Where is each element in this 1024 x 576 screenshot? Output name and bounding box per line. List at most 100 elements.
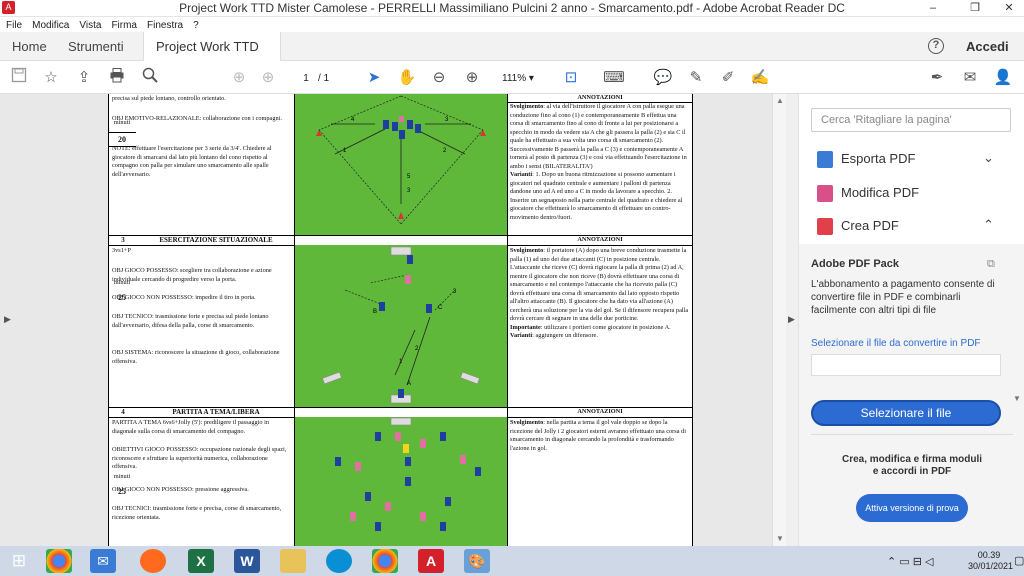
email-icon[interactable]: ✉ [959, 67, 981, 89]
menu-vista[interactable]: Vista [79, 20, 101, 31]
file-explorer-icon[interactable] [280, 549, 306, 573]
menu-bar: File Modifica Vista Firma Finestra? [0, 17, 1024, 32]
row1-svolg-label: Svolgimento [510, 103, 544, 110]
link-sign-icon[interactable]: ✒ [926, 67, 948, 89]
tab-bar: Home Strumenti Project Work TTD ... × ? … [0, 32, 1024, 83]
fill-sign-icon[interactable]: ✍ [749, 67, 771, 89]
minimize-button[interactable]: – [918, 0, 948, 17]
page-up-icon[interactable]: ⊕ [228, 67, 250, 89]
zoom-level-select[interactable]: 111% ▾ [502, 70, 534, 87]
row2-importante-label: Importante [510, 323, 541, 331]
keyboard-scroll-icon[interactable]: ⌨ [603, 67, 625, 89]
edge-icon[interactable] [326, 549, 352, 573]
panel-toggle-icon[interactable]: ▶ [788, 314, 795, 325]
tab-document[interactable]: Project Work TTD ... × [143, 32, 281, 83]
language-indicator-icon[interactable]: ⌃ ▭ ⊟ ◁ [887, 555, 933, 568]
row2-obj1: OBJ GIOCO POSSESSO: scegliere tra collab… [112, 267, 272, 283]
row2-varianti-label: Varianti [510, 332, 533, 339]
close-window-button[interactable]: ✕ [994, 0, 1024, 17]
chevron-down-icon[interactable]: ⌄ [983, 150, 994, 166]
select-file-link[interactable]: Selezionare il file da convertire in PDF [811, 338, 981, 349]
panel-scroll-icon[interactable]: ▼ [1013, 394, 1021, 403]
zoom-out-icon[interactable]: ⊖ [428, 67, 450, 89]
row3-obj4: OBJ TECNICI: trasmissione forte e precis… [112, 505, 282, 521]
row2-annotations: Svolgimento: il portatore (A) dopo una b… [508, 246, 692, 407]
paint-icon[interactable]: 🎨 [464, 549, 490, 573]
row2-obj2: OBJ GIOCO NON POSSESSO: impedire il tiro… [112, 294, 256, 301]
menu-help[interactable]: ? [193, 20, 199, 31]
vertical-scrollbar[interactable]: ▲ ▼ [772, 94, 786, 546]
select-file-button[interactable]: Selezionare il file [811, 400, 1001, 426]
fit-page-icon[interactable]: ⊡ [560, 67, 582, 89]
menu-finestra[interactable]: Finestra [147, 20, 183, 31]
excel-icon[interactable]: X [188, 549, 214, 573]
row2-obj4: OBJ SISTEMA: riconoscere la situazione d… [112, 349, 280, 365]
document-viewport[interactable]: ▶ minuti 20 precisa sul piede lontano, c… [0, 94, 772, 546]
create-pdf-item[interactable]: Crea PDF [817, 215, 899, 237]
tab-tools[interactable]: Strumenti [56, 32, 136, 61]
save-icon[interactable] [8, 67, 30, 89]
export-pdf-item[interactable]: Esporta PDF [817, 148, 915, 170]
svg-text:C: C [438, 305, 443, 311]
row2-subtitle: 3vs1+P [112, 247, 131, 254]
pdf-page: minuti 20 precisa sul piede lontano, con… [108, 94, 693, 546]
maximize-button[interactable]: ❐ [960, 0, 990, 17]
share-upload-icon[interactable]: ⇪ [73, 67, 95, 89]
edit-pdf-label: Modifica PDF [841, 185, 920, 200]
file-drop-field[interactable] [811, 354, 1001, 376]
svg-text:1: 1 [343, 148, 347, 154]
sign-in-button[interactable]: Accedi [966, 32, 1009, 61]
scroll-down-icon[interactable]: ▼ [776, 534, 784, 543]
pen-highlight-icon[interactable]: ✎ [685, 67, 707, 89]
menu-firma[interactable]: Firma [111, 20, 137, 31]
zoom-search-icon[interactable] [139, 67, 161, 89]
scroll-up-icon[interactable]: ▲ [776, 96, 784, 105]
edit-pdf-item[interactable]: Modifica PDF [817, 182, 919, 204]
acrobat-reader-icon[interactable]: A [418, 549, 444, 573]
panel-collapse-strip[interactable]: ▶ [786, 94, 798, 546]
tab-home[interactable]: Home [0, 32, 59, 61]
row3-obj1: PARTITA A TEMA 6vs6+Jolly (5'): predilig… [112, 419, 270, 435]
zoom-in-icon[interactable]: ⊕ [461, 67, 483, 89]
export-pdf-icon [817, 151, 833, 169]
edit-pdf-icon [817, 185, 833, 203]
row3-title: PARTITA A TEMA/LIBERA [172, 408, 260, 416]
menu-file[interactable]: File [6, 20, 22, 31]
chrome-icon[interactable] [46, 549, 72, 573]
comment-icon[interactable]: 💬 [652, 67, 674, 89]
firefox-icon[interactable] [140, 549, 166, 573]
svg-text:1: 1 [399, 359, 403, 365]
bookmark-star-icon[interactable]: ☆ [40, 67, 62, 89]
chevron-up-icon[interactable]: ⌃ [983, 217, 994, 233]
help-icon[interactable]: ? [928, 38, 944, 54]
mail-icon[interactable]: ✉ [90, 549, 116, 573]
left-panel-toggle-icon[interactable]: ▶ [4, 314, 11, 325]
taskbar: ⊞ ✉ X W A 🎨 ⌃ ▭ ⊟ ◁ 00.39 30/01/2021 ▢ [0, 546, 1024, 576]
menu-modifica[interactable]: Modifica [32, 20, 69, 31]
svg-text:4: 4 [351, 117, 355, 123]
word-icon[interactable]: W [234, 549, 260, 573]
print-icon[interactable] [106, 67, 128, 89]
page-number-input[interactable]: 1 [294, 70, 318, 87]
pack-info-icon[interactable]: ⧉ [987, 258, 995, 271]
svg-text:2: 2 [443, 148, 447, 154]
select-cursor-icon[interactable]: ➤ [363, 67, 385, 89]
search-input[interactable]: Cerca 'Ritagliare la pagina' [811, 108, 1011, 132]
start-windows-icon[interactable]: ⊞ [6, 549, 32, 573]
page-down-icon[interactable]: ⊕ [257, 67, 279, 89]
add-user-icon[interactable]: 👤 [992, 67, 1014, 89]
clock[interactable]: 00.39 30/01/2021 [968, 550, 1013, 572]
row3-match-diagram [295, 417, 507, 546]
notifications-icon[interactable]: ▢ [1014, 554, 1024, 567]
row2-number: 3 [121, 236, 125, 244]
chrome-icon-2[interactable] [372, 549, 398, 573]
hand-tool-icon[interactable]: ✋ [396, 67, 418, 89]
activate-trial-button[interactable]: Attiva versione di prova [856, 494, 968, 522]
row1-varianti: : 1. Dopo un buona ritmizzazione si poss… [510, 171, 683, 221]
row3-minutes: 25 [118, 487, 126, 496]
svg-text:3: 3 [453, 289, 457, 295]
draw-icon[interactable]: ✐ [717, 67, 739, 89]
chevron-down-icon: ▾ [528, 73, 534, 84]
svg-text:A: A [407, 381, 411, 387]
svg-text:3: 3 [445, 117, 449, 123]
